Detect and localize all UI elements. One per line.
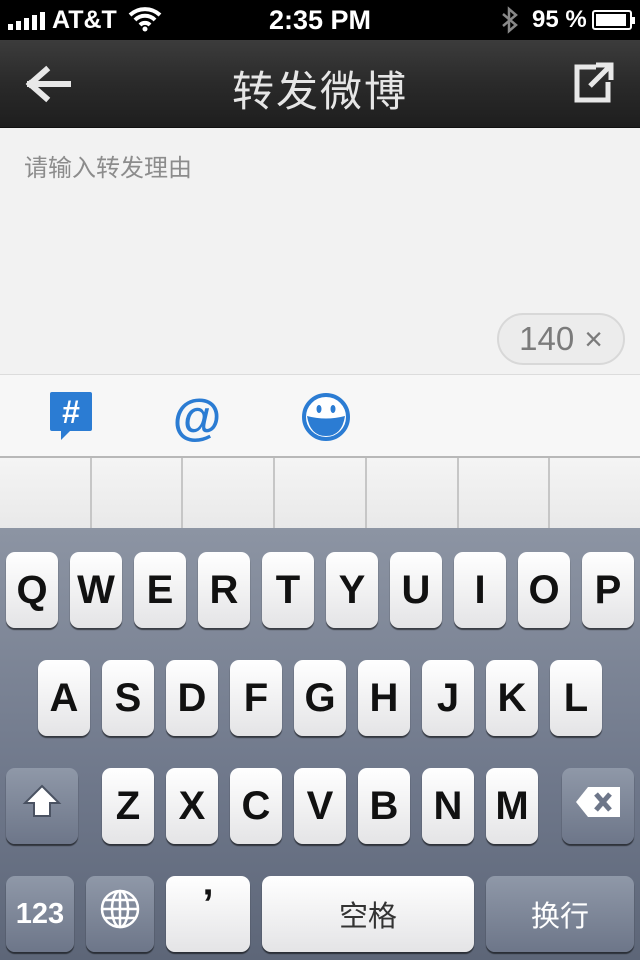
key-f[interactable]: F xyxy=(230,660,282,736)
return-key[interactable]: 换行 xyxy=(486,876,634,952)
key-h[interactable]: H xyxy=(358,660,410,736)
candidate-cell[interactable] xyxy=(458,458,551,528)
candidate-cell[interactable] xyxy=(275,458,367,528)
repost-reason-input[interactable] xyxy=(24,148,614,188)
emoji-icon[interactable] xyxy=(300,391,352,445)
svg-text:@: @ xyxy=(173,391,222,445)
key-e[interactable]: E xyxy=(134,552,186,628)
compose-area: 140 × xyxy=(0,128,640,374)
battery-percent: 95 % xyxy=(532,6,587,33)
compose-toolbar: # @ xyxy=(0,374,640,458)
clear-icon: × xyxy=(584,320,603,357)
key-w[interactable]: W xyxy=(70,552,122,628)
char-counter-button[interactable]: 140 × xyxy=(497,313,625,365)
keyboard: Q W E R T Y U I O P A S D F G H J K L Z … xyxy=(0,530,640,960)
shift-key[interactable] xyxy=(6,768,78,844)
key-u[interactable]: U xyxy=(390,552,442,628)
key-z[interactable]: Z xyxy=(102,768,154,844)
key-n[interactable]: N xyxy=(422,768,474,844)
key-y[interactable]: Y xyxy=(326,552,378,628)
key-g[interactable]: G xyxy=(294,660,346,736)
key-p[interactable]: P xyxy=(582,552,634,628)
candidate-cell[interactable] xyxy=(91,458,184,528)
space-key[interactable]: 空格 xyxy=(262,876,474,952)
key-v[interactable]: V xyxy=(294,768,346,844)
key-d[interactable]: D xyxy=(166,660,218,736)
globe-key[interactable] xyxy=(86,876,154,952)
shift-icon xyxy=(22,783,62,829)
key-k[interactable]: K xyxy=(486,660,538,736)
key-a[interactable]: A xyxy=(38,660,90,736)
candidate-cell[interactable] xyxy=(550,458,640,528)
candidate-cell[interactable] xyxy=(366,458,459,528)
key-x[interactable]: X xyxy=(166,768,218,844)
bluetooth-icon xyxy=(500,6,520,39)
key-j[interactable]: J xyxy=(422,660,474,736)
page-title: 转发微博 xyxy=(231,67,408,116)
candidate-bar xyxy=(0,458,640,530)
nav-bar: 转发微博 xyxy=(0,40,640,128)
key-s[interactable]: S xyxy=(102,660,154,736)
candidate-cell[interactable] xyxy=(0,458,92,528)
svg-text:#: # xyxy=(62,394,80,430)
backspace-icon xyxy=(574,784,622,829)
key-l[interactable]: L xyxy=(550,660,602,736)
mention-icon[interactable]: @ xyxy=(170,389,222,445)
key-i[interactable]: I xyxy=(454,552,506,628)
key-r[interactable]: R xyxy=(198,552,250,628)
delete-key[interactable] xyxy=(562,768,634,844)
globe-icon xyxy=(99,888,141,940)
candidate-cell[interactable] xyxy=(183,458,276,528)
share-external-icon[interactable] xyxy=(568,60,618,108)
key-o[interactable]: O xyxy=(518,552,570,628)
numbers-key[interactable]: 123 xyxy=(6,876,74,952)
apostrophe-key[interactable]: ’ xyxy=(166,876,250,952)
hashtag-icon[interactable]: # xyxy=(48,391,100,445)
battery-icon xyxy=(592,10,635,30)
status-bar: AT&T 2:35 PM 95 % xyxy=(0,0,640,40)
key-c[interactable]: C xyxy=(230,768,282,844)
key-m[interactable]: M xyxy=(486,768,538,844)
key-t[interactable]: T xyxy=(262,552,314,628)
char-count: 140 xyxy=(519,320,575,357)
key-b[interactable]: B xyxy=(358,768,410,844)
key-q[interactable]: Q xyxy=(6,552,58,628)
